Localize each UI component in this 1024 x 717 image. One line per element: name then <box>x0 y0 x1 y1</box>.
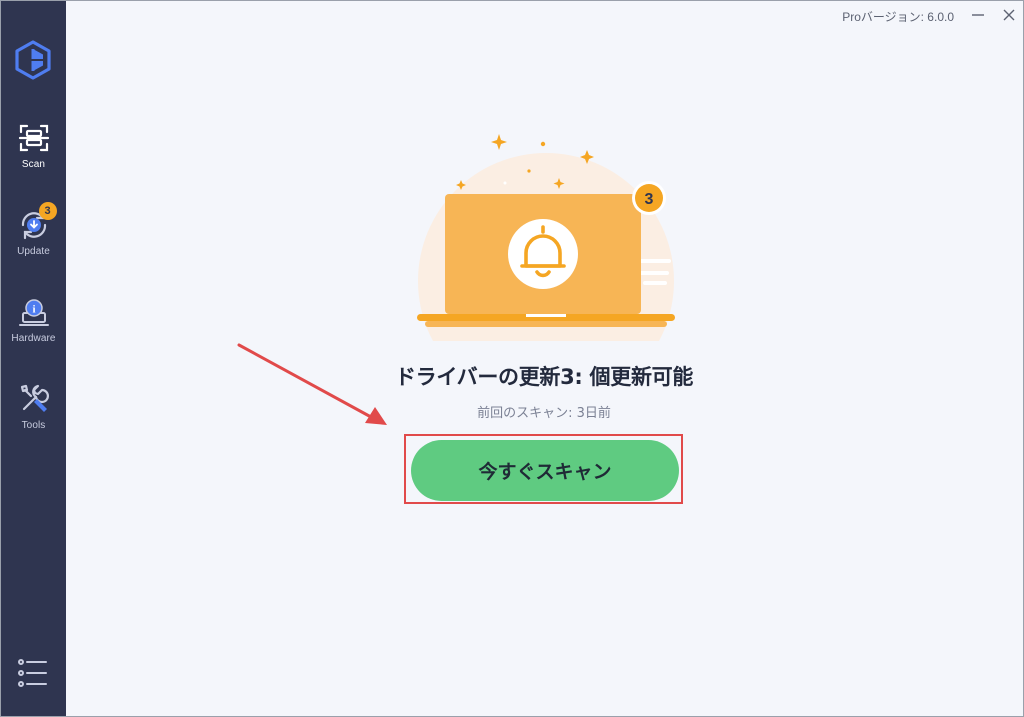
sidebar-item-label: Tools <box>21 420 46 431</box>
last-scan-text: 前回のスキャン: 3日前 <box>477 406 611 421</box>
sidebar-item-label: Hardware <box>11 333 56 344</box>
tools-icon <box>20 384 49 412</box>
sidebar-item-scan[interactable]: Scan <box>1 121 66 191</box>
scan-icon <box>18 124 49 152</box>
update-icon-wrap: 3 <box>17 202 57 242</box>
close-button[interactable] <box>998 4 1020 26</box>
sidebar-item-hardware[interactable]: i Hardware <box>1 295 66 365</box>
page-title: ドライバーの更新3: 個更新可能 <box>394 365 694 389</box>
sidebar-item-tools[interactable]: Tools <box>1 382 66 452</box>
laptop-bell-illustration: 3 <box>417 134 675 341</box>
hardware-icon: i <box>18 299 49 326</box>
minimize-icon <box>972 14 984 16</box>
illustration-badge: 3 <box>645 191 654 208</box>
menu-list-icon[interactable] <box>17 657 49 689</box>
svg-text:i: i <box>32 304 35 316</box>
version-label: Proバージョン: 6.0.0 <box>842 10 954 24</box>
sidebar-item-update[interactable]: 3 Update <box>1 202 66 278</box>
app-window: Scan 3 Update i Hardware Tools Proバージョン:… <box>0 0 1024 717</box>
sidebar: Scan 3 Update i Hardware Tools <box>1 1 66 716</box>
sidebar-item-label: Update <box>17 246 50 257</box>
sidebar-item-label: Scan <box>21 159 46 170</box>
app-logo-icon <box>15 40 51 80</box>
update-badge: 3 <box>38 202 57 220</box>
close-icon <box>1003 9 1015 21</box>
minimize-button[interactable] <box>967 4 989 26</box>
scan-now-button[interactable]: 今すぐスキャン <box>411 440 679 501</box>
